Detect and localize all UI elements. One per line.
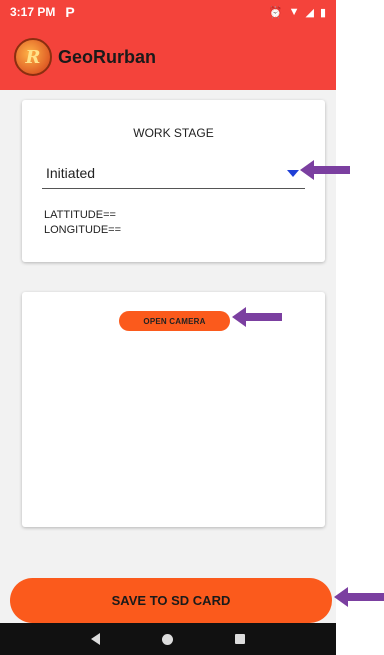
battery-icon: ▮ [319,6,326,19]
save-to-sd-card-button[interactable]: SAVE TO SD CARD [10,578,332,623]
status-bar: 3:17 PM P ⏰ ▼ ◢ ▮ [0,0,336,24]
work-stage-selected: Initiated [46,165,96,181]
nav-bar [0,623,336,655]
phone-screen: 3:17 PM P ⏰ ▼ ◢ ▮ R GeoRurban WORK STAGE… [0,0,336,655]
dropdown-arrow-icon[interactable] [287,170,299,177]
recents-icon[interactable] [235,634,245,644]
back-icon[interactable] [91,633,100,645]
status-time: 3:17 PM [10,5,56,19]
app-bar: R GeoRurban [0,24,336,90]
home-icon[interactable] [162,633,173,645]
logo-letter: R [25,46,41,68]
annotation-arrow-icon [334,587,384,607]
alarm-icon: ⏰ [268,6,283,19]
annotation-arrow-icon [232,307,282,327]
notification-icon: P [65,4,75,20]
app-title: GeoRurban [58,46,157,67]
work-stage-spinner[interactable]: Initiated [42,160,305,189]
coordinates-block: LATTITUDE== LONGITUDE== [44,208,121,238]
app-logo: R [14,38,52,76]
work-stage-label: WORK STAGE [133,126,214,140]
camera-card: OPEN CAMERA [22,292,325,527]
status-icons: ⏰ ▼ ◢ ▮ [269,6,326,19]
longitude-label: LONGITUDE== [44,224,122,236]
wifi-icon: ▼ [288,6,300,18]
latitude-label: LATTITUDE== [44,209,116,221]
work-stage-card: WORK STAGE Initiated LATTITUDE== LONGITU… [22,100,325,262]
annotation-arrow-icon [300,160,350,180]
open-camera-button[interactable]: OPEN CAMERA [119,311,230,331]
signal-icon: ◢ [305,6,314,19]
